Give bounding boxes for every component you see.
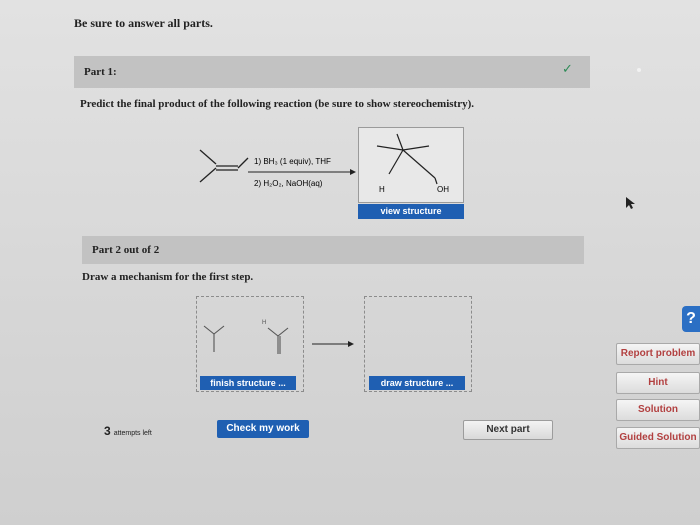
part1-label: Part 1: (84, 66, 117, 78)
attempts-indicator: 3 attempts left (104, 422, 152, 440)
reaction-arrowhead (350, 169, 356, 175)
report-problem-button[interactable]: Report problem (616, 343, 700, 365)
reagent-2: 2) H₂O₂, NaOH(aq) (254, 179, 323, 188)
checkmark-icon: ✓ (562, 62, 573, 77)
part1-question: Predict the final product of the followi… (80, 98, 475, 110)
product-oh-label: OH (437, 185, 449, 194)
attempts-count: 3 (104, 424, 111, 438)
mechanism-arrow (312, 341, 354, 347)
part2-header: Part 2 out of 2 (82, 236, 584, 264)
part1-header: Part 1: (74, 56, 590, 88)
part2-label: Part 2 out of 2 (92, 244, 160, 256)
solution-button[interactable]: Solution (616, 399, 700, 421)
mechanism-h-label: H (262, 320, 266, 326)
starting-alkene (199, 149, 249, 183)
reaction-scheme: 1) BH₃ (1 equiv), THF 2) H₂O₂, NaOH(aq) (199, 149, 356, 188)
instructions-text: Be sure to answer all parts. (74, 16, 213, 30)
attempts-label: attempts left (113, 430, 152, 437)
mechanism-structures: H (203, 320, 289, 354)
product-structure-box[interactable]: H OH (358, 127, 464, 203)
view-structure-button[interactable]: view structure (358, 204, 464, 219)
decorative-dot (637, 68, 641, 72)
check-my-work-button[interactable]: Check my work (217, 420, 309, 438)
finish-structure-button[interactable]: finish structure ... (200, 376, 296, 390)
product-h-label: H (379, 185, 385, 194)
part2-question: Draw a mechanism for the first step. (82, 271, 254, 283)
mouse-cursor-icon (626, 197, 635, 209)
draw-structure-button[interactable]: draw structure ... (369, 376, 465, 390)
hint-button[interactable]: Hint (616, 372, 700, 394)
help-tab[interactable]: ? (682, 306, 700, 332)
reagent-1: 1) BH₃ (1 equiv), THF (254, 157, 331, 166)
product-structure: H OH (376, 133, 449, 194)
next-part-button[interactable]: Next part (463, 420, 553, 440)
guided-solution-button[interactable]: Guided Solution (616, 427, 700, 449)
page: Be sure to answer all parts. Part 1: ✓ P… (0, 0, 700, 525)
